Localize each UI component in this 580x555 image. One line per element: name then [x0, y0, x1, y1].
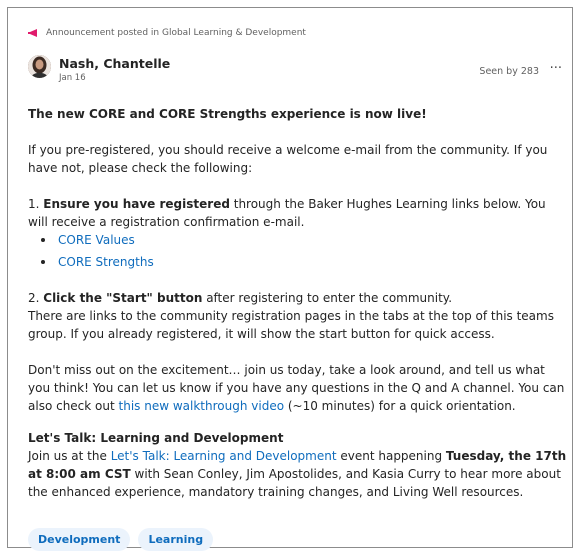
post-body: The new CORE and CORE Strengths experien…: [28, 105, 568, 501]
registration-links-list: CORE Values CORE Strengths: [28, 231, 568, 271]
core-strengths-link[interactable]: CORE Strengths: [58, 255, 154, 269]
tag-list: Development Learning: [28, 528, 214, 551]
step-2-detail: There are links to the community registr…: [28, 309, 554, 341]
tag-learning[interactable]: Learning: [138, 528, 214, 551]
core-values-link[interactable]: CORE Values: [58, 233, 135, 247]
step-1-number: 1.: [28, 197, 44, 211]
lets-talk-text-a: Join us at the: [28, 449, 111, 463]
seen-by-count[interactable]: Seen by 283: [479, 66, 539, 77]
step-2-paragraph: 2. Click the "Start" button after regist…: [28, 289, 568, 307]
step-1-paragraph: 1. Ensure you have registered through th…: [28, 195, 568, 231]
step-2-text: after registering to enter the community…: [202, 291, 453, 305]
post-card: Announcement posted in Global Learning &…: [7, 7, 573, 551]
intro-paragraph: If you pre-registered, you should receiv…: [28, 143, 548, 175]
lets-talk-paragraph: Join us at the Let's Talk: Learning and …: [28, 447, 568, 501]
step-1-bold: Ensure you have registered: [43, 197, 230, 211]
author-name[interactable]: Nash, Chantelle: [59, 56, 170, 71]
post-title: The new CORE and CORE Strengths experien…: [28, 107, 427, 121]
announcement-header: Announcement posted in Global Learning &…: [28, 28, 306, 38]
author-avatar[interactable]: [28, 55, 51, 78]
excitement-text-b: (~10 minutes) for a quick orientation.: [284, 399, 516, 413]
lets-talk-event-link[interactable]: Let's Talk: Learning and Development: [111, 449, 337, 463]
walkthrough-video-link[interactable]: this new walkthrough video: [119, 399, 285, 413]
list-item: CORE Values: [38, 231, 568, 249]
step-2-number: 2.: [28, 291, 44, 305]
lets-talk-heading: Let's Talk: Learning and Development: [28, 431, 284, 445]
lets-talk-text-b: event happening: [336, 449, 446, 463]
list-item: CORE Strengths: [38, 253, 568, 271]
megaphone-icon: [28, 29, 37, 37]
step-2-bold: Click the "Start" button: [43, 291, 203, 305]
more-options-button[interactable]: ···: [550, 61, 562, 76]
announcement-text: Announcement posted in Global Learning &…: [46, 28, 306, 38]
excitement-paragraph: Don't miss out on the excitement… join u…: [28, 361, 568, 415]
post-date: Jan 16: [59, 73, 86, 83]
tag-development[interactable]: Development: [28, 528, 131, 551]
